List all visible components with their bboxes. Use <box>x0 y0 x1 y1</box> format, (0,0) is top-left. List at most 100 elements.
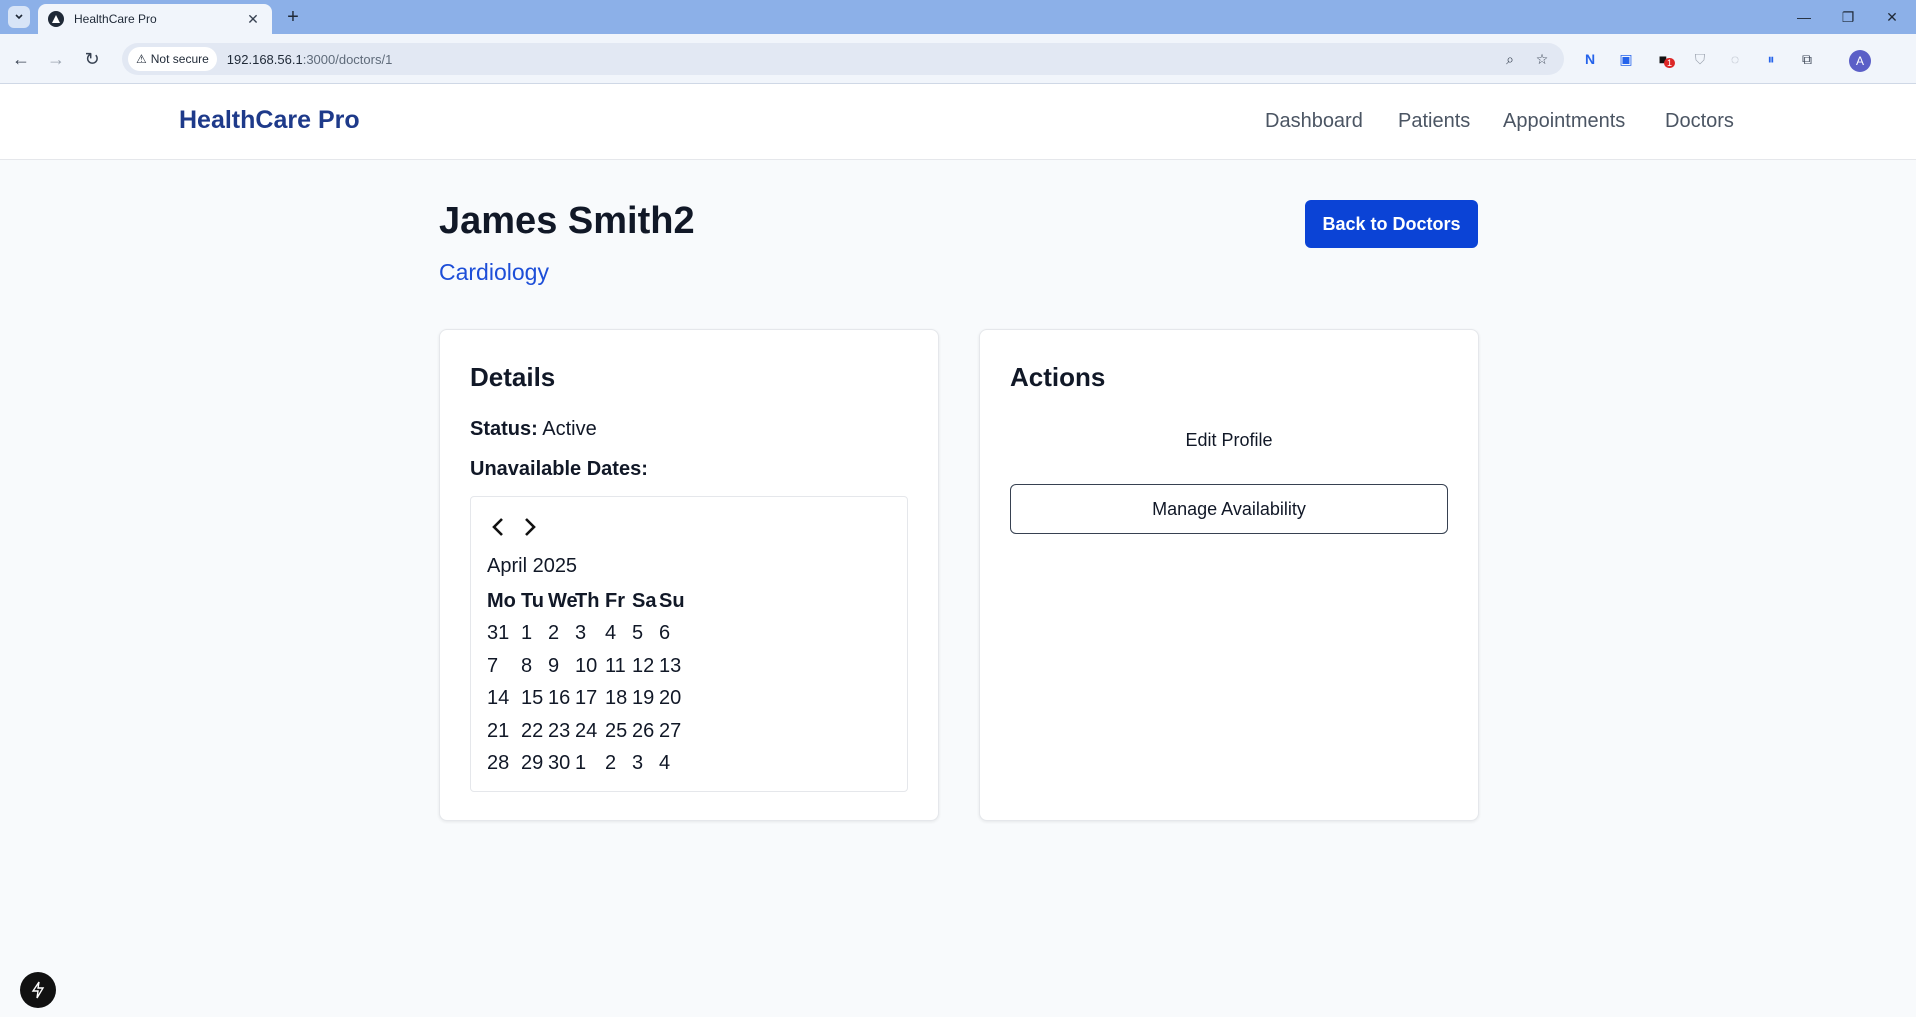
calendar-weekday: Mo <box>487 589 516 612</box>
calendar-week-row: 21 22 23 24 25 26 27 <box>487 715 686 748</box>
back-to-doctors-button[interactable]: Back to Doctors <box>1305 200 1478 248</box>
calendar-day[interactable]: 2 <box>548 622 575 645</box>
calendar-day[interactable]: 17 <box>575 687 605 710</box>
security-chip[interactable]: ⚠ Not secure <box>128 47 217 71</box>
calendar-day[interactable]: 18 <box>605 687 632 710</box>
calendar-day[interactable]: 1 <box>575 752 605 775</box>
address-bar[interactable]: ⚠ Not secure 192.168.56.1:3000/doctors/1… <box>122 43 1564 75</box>
actions-title: Actions <box>1010 362 1106 392</box>
calendar-day[interactable]: 12 <box>632 655 659 678</box>
chevron-down-icon <box>15 14 23 20</box>
dev-tools-button[interactable] <box>20 972 56 1008</box>
nav-appointments[interactable]: Appointments <box>1503 110 1625 133</box>
calendar-day[interactable]: 25 <box>605 720 632 743</box>
profile-avatar[interactable]: A <box>1849 50 1871 72</box>
extension-badge-count: 1 <box>1664 58 1676 68</box>
details-card: Details Status: Active Unavailable Dates… <box>439 329 939 821</box>
calendar-day[interactable]: 9 <box>548 655 575 678</box>
calendar-week-row: 14 15 16 17 18 19 20 <box>487 683 686 716</box>
url-path: :3000/doctors/1 <box>302 51 393 67</box>
forward-arrow-icon[interactable]: → <box>43 46 69 72</box>
calendar-next-button[interactable] <box>517 513 543 541</box>
page-title: James Smith2 <box>439 200 695 242</box>
browser-tab[interactable]: HealthCare Pro ✕ <box>38 4 272 34</box>
extension-n-icon[interactable]: N <box>1578 47 1602 71</box>
nav-doctors[interactable]: Doctors <box>1665 110 1734 133</box>
nav-dashboard[interactable]: Dashboard <box>1265 110 1363 133</box>
app-header: HealthCare Pro Dashboard Patients Appoin… <box>0 84 1916 160</box>
brand-logo[interactable]: HealthCare Pro <box>179 106 360 135</box>
chevron-left-icon <box>492 518 503 536</box>
calendar-weekday-row: Mo Tu We Th Fr Sa Su <box>487 585 686 618</box>
browser-toolbar: ← → ↻ ⚠ Not secure 192.168.56.1:3000/doc… <box>0 34 1916 84</box>
calendar-day[interactable]: 15 <box>521 687 548 710</box>
calendar-day[interactable]: 23 <box>548 720 575 743</box>
url-text[interactable]: 192.168.56.1:3000/doctors/1 <box>227 52 393 67</box>
calendar-grid: Mo Tu We Th Fr Sa Su 31 1 2 3 4 5 6 7 8 9 10 11 12 13 14 15 16 1… <box>487 585 686 780</box>
status-label: Status: <box>470 418 538 440</box>
calendar-day[interactable]: 13 <box>659 655 686 678</box>
calendar-day[interactable]: 22 <box>521 720 548 743</box>
tab-close-icon[interactable]: ✕ <box>244 11 262 28</box>
doctor-specialty: Cardiology <box>439 259 549 285</box>
unavailable-dates-calendar: April 2025 Mo Tu We Th Fr Sa Su 31 1 2 3 4 5 6 7 8 9 10 11… <box>470 496 908 792</box>
extension-badge-icon[interactable]: ■ 1 <box>1651 47 1676 71</box>
new-tab-icon[interactable]: + <box>282 6 304 28</box>
calendar-day[interactable]: 1 <box>521 622 548 645</box>
calendar-day[interactable]: 20 <box>659 687 686 710</box>
calendar-week-row: 28 29 30 1 2 3 4 <box>487 748 686 781</box>
calendar-day[interactable]: 2 <box>605 752 632 775</box>
calendar-weekday: Th <box>575 589 600 612</box>
calendar-day[interactable]: 7 <box>487 655 521 678</box>
calendar-day[interactable]: 3 <box>575 622 605 645</box>
warning-icon: ⚠ <box>136 52 147 66</box>
calendar-day[interactable]: 11 <box>605 655 632 678</box>
calendar-day[interactable]: 4 <box>659 752 686 775</box>
extension-shield-icon[interactable]: ⛉ <box>1688 47 1712 71</box>
calendar-day[interactable]: 27 <box>659 720 686 743</box>
status-row: Status: Active <box>470 418 597 441</box>
tab-search-button[interactable] <box>8 6 30 28</box>
actions-card: Actions Edit Profile Manage Availability <box>979 329 1479 821</box>
calendar-day[interactable]: 6 <box>659 622 686 645</box>
bookmark-star-icon[interactable]: ☆ <box>1530 47 1554 71</box>
extension-puzzle-gray-icon[interactable]: ◌ <box>1723 47 1747 71</box>
calendar-day[interactable]: 26 <box>632 720 659 743</box>
zoom-icon[interactable]: ⌕ <box>1498 47 1522 71</box>
calendar-weekday: Fr <box>605 589 625 612</box>
calendar-day[interactable]: 29 <box>521 752 548 775</box>
calendar-day[interactable]: 10 <box>575 655 605 678</box>
calendar-day[interactable]: 8 <box>521 655 548 678</box>
calendar-weekday: Su <box>659 589 685 612</box>
calendar-day[interactable]: 5 <box>632 622 659 645</box>
tab-favicon-icon <box>48 11 64 27</box>
back-arrow-icon[interactable]: ← <box>8 46 34 72</box>
calendar-day[interactable]: 16 <box>548 687 575 710</box>
browser-tab-strip: HealthCare Pro ✕ + — ❐ ✕ <box>0 0 1916 34</box>
calendar-day[interactable]: 30 <box>548 752 575 775</box>
calendar-day[interactable]: 28 <box>487 752 521 775</box>
calendar-month-label: April 2025 <box>487 555 578 577</box>
extension-pause-icon[interactable]: ⏸ <box>1759 47 1783 71</box>
reload-icon[interactable]: ↻ <box>79 46 105 72</box>
extensions-puzzle-icon[interactable]: ⧉ <box>1795 47 1819 71</box>
calendar-day[interactable]: 19 <box>632 687 659 710</box>
calendar-day[interactable]: 3 <box>632 752 659 775</box>
nav-patients[interactable]: Patients <box>1398 110 1470 133</box>
restore-icon[interactable]: ❐ <box>1826 4 1870 30</box>
manage-availability-button[interactable]: Manage Availability <box>1010 484 1448 534</box>
calendar-day[interactable]: 4 <box>605 622 632 645</box>
unavailable-dates-row: Unavailable Dates: <box>470 458 648 481</box>
calendar-day[interactable]: 31 <box>487 622 521 645</box>
security-label: Not secure <box>150 52 209 66</box>
calendar-prev-button[interactable] <box>485 513 511 541</box>
minimize-icon[interactable]: — <box>1782 4 1826 30</box>
extension-save-icon[interactable]: ▣ <box>1614 47 1638 71</box>
tab-title: HealthCare Pro <box>74 12 157 26</box>
window-close-icon[interactable]: ✕ <box>1870 4 1914 30</box>
unavailable-dates-label: Unavailable Dates: <box>470 458 648 480</box>
calendar-day[interactable]: 21 <box>487 720 521 743</box>
edit-profile-button[interactable]: Edit Profile <box>1010 430 1448 451</box>
calendar-day[interactable]: 14 <box>487 687 521 710</box>
calendar-day[interactable]: 24 <box>575 720 605 743</box>
